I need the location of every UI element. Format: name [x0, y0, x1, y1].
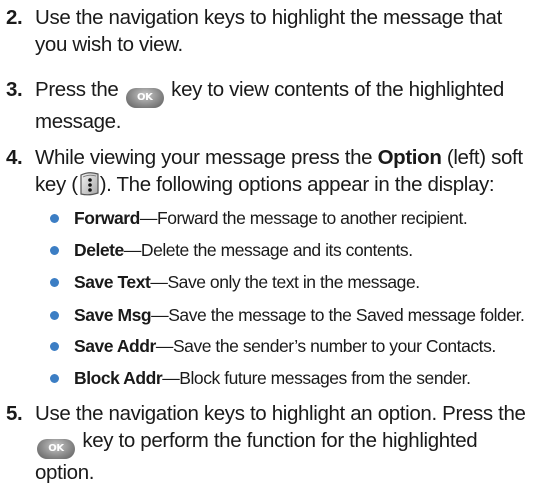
option-term: Block Addr: [74, 368, 163, 388]
step-text: Use the navigation keys to highlight an …: [35, 400, 530, 486]
step-number: 5.: [6, 402, 23, 425]
option-description: Block future messages from the sender.: [179, 368, 471, 388]
bullet-icon: [50, 374, 59, 383]
option-term: Save Text: [74, 272, 151, 292]
step-text-part2: key to perform the function for the high…: [35, 429, 478, 484]
option-description: Save the message to the Saved message fo…: [168, 305, 525, 325]
step-4: 4. While viewing your message press the …: [0, 144, 530, 198]
step-text-part1: Use the navigation keys to highlight an …: [35, 402, 526, 425]
list-item: Block Addr—Block future messages from th…: [50, 367, 536, 389]
left-soft-key-icon: [80, 172, 99, 196]
step-5: 5. Use the navigation keys to highlight …: [0, 400, 530, 486]
step-text-part3: ). The following options appear in the d…: [99, 173, 495, 196]
option-description: Save the sender’s number to your Contact…: [172, 336, 496, 356]
option-term: Save Addr: [74, 336, 156, 356]
step-text: Press the OK key to view contents of the…: [35, 76, 530, 135]
bullet-icon: [50, 278, 59, 287]
list-item: Delete—Delete the message and its conten…: [50, 239, 536, 261]
option-term: Forward: [74, 208, 140, 228]
step-number: 4.: [6, 146, 23, 169]
list-item: Save Msg—Save the message to the Saved m…: [50, 304, 536, 326]
list-item: Save Addr—Save the sender’s number to yo…: [50, 335, 536, 357]
step-number: 2.: [6, 6, 23, 29]
ok-key-icon: OK: [37, 439, 75, 459]
step-text-before: Press the: [35, 78, 119, 101]
bullet-icon: [50, 342, 59, 351]
step-text: While viewing your message press the Opt…: [35, 144, 530, 198]
list-item: Forward—Forward the message to another r…: [50, 207, 536, 229]
option-description: Delete the message and its contents.: [140, 240, 413, 260]
bullet-icon: [50, 246, 59, 255]
option-term: Delete: [74, 240, 124, 260]
step-3: 3. Press the OK key to view contents of …: [0, 76, 530, 135]
bullet-icon: [50, 214, 59, 223]
step-2: 2. Use the navigation keys to highlight …: [0, 4, 530, 58]
ok-key-icon: OK: [125, 88, 164, 108]
step-number: 3.: [6, 78, 23, 101]
option-term: Save Msg: [74, 305, 152, 325]
option-description: Forward the message to another recipient…: [156, 208, 468, 228]
step-text-part1: While viewing your message press the: [35, 146, 373, 169]
option-description: Save only the text in the message.: [167, 272, 420, 292]
step-text: Use the navigation keys to highlight the…: [35, 6, 502, 56]
manual-page: 2. Use the navigation keys to highlight …: [0, 0, 536, 487]
bullet-icon: [50, 311, 59, 320]
option-key-name: Option: [377, 146, 442, 169]
list-item: Save Text—Save only the text in the mess…: [50, 271, 536, 293]
